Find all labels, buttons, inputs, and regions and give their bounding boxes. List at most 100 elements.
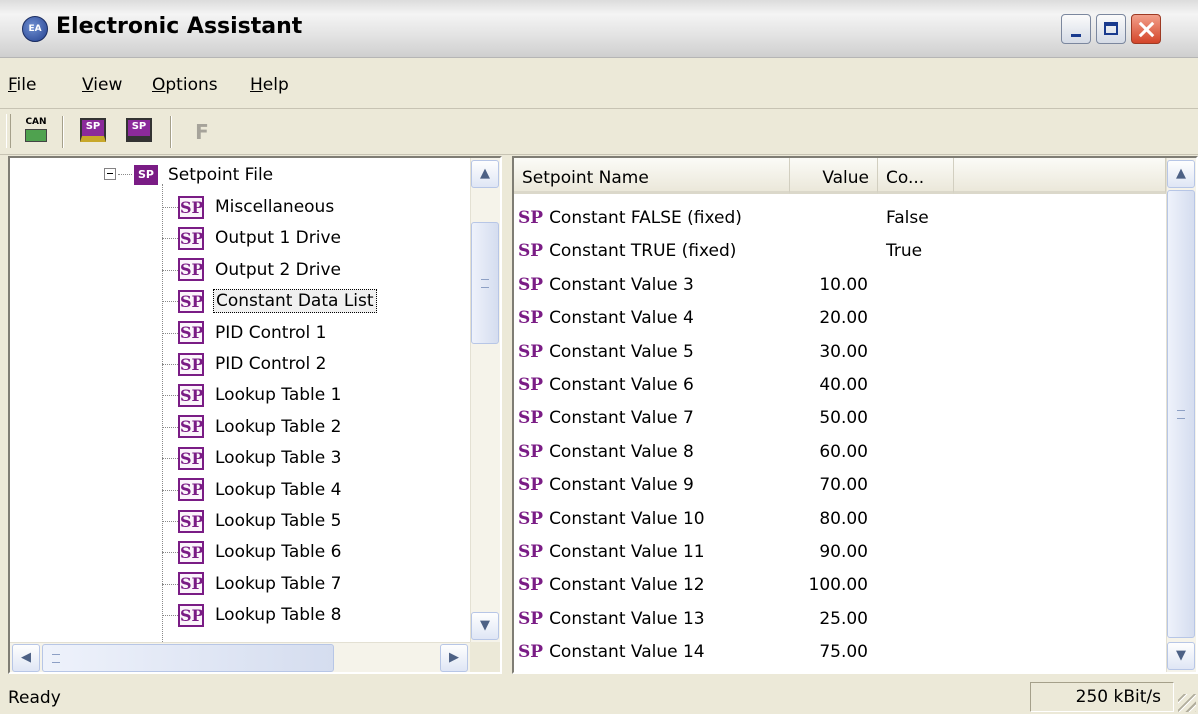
list-row[interactable]: SP Constant Value 10 80.00	[514, 503, 954, 535]
setpoint-group-icon: SP	[178, 446, 204, 470]
toolbar: CAN SP SP F	[0, 108, 1198, 155]
scroll-corner	[470, 642, 500, 672]
baud-rate-indicator: 250 kBit/s	[1030, 682, 1174, 712]
tree-item-label: Lookup Table 5	[215, 511, 342, 531]
scroll-thumb[interactable]	[42, 644, 334, 672]
menu-options[interactable]: Options	[152, 75, 218, 95]
list-row[interactable]: SP Constant Value 11 90.00	[514, 536, 954, 568]
setpoint-name-cell: SP Constant Value 11	[514, 536, 790, 568]
tree-item[interactable]: SP Lookup Table 4	[178, 475, 343, 505]
scroll-thumb[interactable]	[1167, 190, 1195, 638]
setpoint-name-cell: SP Constant Value 8	[514, 436, 790, 468]
list-row[interactable]: SP Constant FALSE (fixed) False	[514, 202, 954, 234]
resize-grip-icon[interactable]	[1178, 694, 1196, 712]
app-icon[interactable]: EA	[22, 16, 48, 42]
maximize-button[interactable]	[1096, 14, 1126, 44]
tree-item[interactable]: SP Lookup Table 7	[178, 569, 343, 599]
save-setpoint-button[interactable]: SP	[126, 118, 154, 146]
setpoint-group-icon: SP	[178, 415, 204, 439]
list-row[interactable]: SP Constant Value 8 60.00	[514, 436, 954, 468]
open-setpoint-button[interactable]: SP	[80, 118, 108, 146]
collapse-toggle-icon[interactable]	[104, 168, 116, 180]
scroll-right-icon[interactable]: ▶	[440, 644, 468, 672]
column-header-empty[interactable]	[954, 158, 1166, 194]
list-row[interactable]: SP Constant Value 7 50.00	[514, 402, 954, 434]
menu-accel: F	[8, 75, 17, 95]
tree-root[interactable]: SP Setpoint File	[134, 160, 275, 190]
setpoint-tree[interactable]: SP Setpoint File SP Miscellaneous SP Output…	[8, 156, 502, 674]
list-row[interactable]: SP Constant Value 6 40.00	[514, 369, 954, 401]
tree-item-label: Lookup Table 6	[215, 542, 342, 563]
open-setpoint-icon: SP	[80, 118, 106, 142]
setpoint-co-cell	[878, 536, 954, 568]
menu-help[interactable]: Help	[250, 75, 289, 95]
tree-item[interactable]: SP Constant Data List	[178, 286, 377, 316]
menu-view[interactable]: View	[82, 75, 122, 95]
list-row[interactable]: SP Constant Value 12 100.00	[514, 569, 954, 601]
tree-item[interactable]: SP PID Control 2	[178, 349, 328, 379]
save-setpoint-icon: SP	[126, 118, 152, 142]
setpoint-name-cell: SP Constant Value 14	[514, 636, 790, 668]
setpoint-co-cell	[878, 302, 954, 334]
tree-vertical-scrollbar[interactable]: ▲ ▼	[470, 158, 500, 642]
setpoint-name: Constant FALSE (fixed)	[549, 208, 742, 228]
scroll-up-icon[interactable]: ▲	[471, 160, 499, 188]
setpoint-value-cell	[790, 202, 878, 234]
tree-item[interactable]: SP PID Control 1	[178, 318, 328, 348]
setpoint-co-cell	[878, 503, 954, 535]
list-row[interactable]: SP Constant Value 13 25.00	[514, 603, 954, 635]
tree-item-label: PID Control 2	[215, 354, 327, 374]
scroll-up-icon[interactable]: ▲	[1167, 160, 1195, 188]
tree-item[interactable]: SP Lookup Table 8	[178, 600, 343, 630]
tree-item-label: Lookup Table 2	[215, 416, 342, 437]
setpoint-name-cell: SP Constant Value 3	[514, 269, 790, 301]
f-button[interactable]: F	[188, 118, 216, 146]
status-text: Ready	[8, 688, 61, 708]
list-row[interactable]: SP Constant TRUE (fixed) True	[514, 235, 954, 267]
list-row[interactable]: SP Constant Value 14 75.00	[514, 636, 954, 668]
setpoint-list[interactable]: Setpoint Name Value Co... SP Constant FAL…	[512, 156, 1198, 674]
tree-item-label: Lookup Table 8	[215, 605, 342, 626]
column-header-value[interactable]: Value	[790, 158, 878, 194]
setpoint-name-cell: SP Constant FALSE (fixed)	[514, 202, 790, 234]
list-row[interactable]: SP Constant Value 5 30.00	[514, 336, 954, 368]
tree-item[interactable]: SP Lookup Table 3	[178, 443, 343, 473]
setpoint-icon: SP	[518, 274, 544, 295]
scroll-left-icon[interactable]: ◀	[12, 644, 40, 672]
setpoint-name-cell: SP Constant Value 7	[514, 402, 790, 434]
scroll-thumb[interactable]	[471, 222, 499, 344]
column-header-co[interactable]: Co...	[878, 158, 954, 194]
list-row[interactable]: SP Constant Value 3 10.00	[514, 269, 954, 301]
setpoint-co-cell	[878, 636, 954, 668]
tree-item[interactable]: SP Lookup Table 2	[178, 412, 343, 442]
can-connect-button[interactable]: CAN	[22, 118, 50, 146]
column-header-name[interactable]: Setpoint Name	[514, 158, 790, 194]
menu-file[interactable]: File	[8, 75, 36, 95]
tree-item[interactable]: SP Output 2 Drive	[178, 255, 343, 285]
tree-item-label: Lookup Table 7	[215, 573, 342, 594]
tree-connector	[162, 332, 178, 334]
menu-accel: H	[250, 75, 263, 95]
setpoint-value-cell: 80.00	[819, 508, 868, 529]
toolbar-grip[interactable]	[6, 114, 11, 148]
tree-item[interactable]: SP Lookup Table 1	[178, 380, 343, 410]
list-row[interactable]: SP Constant Value 9 70.00	[514, 469, 954, 501]
list-vertical-scrollbar[interactable]: ▲ ▼	[1166, 158, 1196, 672]
tree-item[interactable]: SP Lookup Table 6	[178, 537, 343, 567]
scroll-down-icon[interactable]: ▼	[471, 612, 499, 640]
setpoint-name: Constant Value 3	[549, 274, 694, 295]
list-row[interactable]: SP Constant Value 4 20.00	[514, 302, 954, 334]
tree-connector	[162, 489, 178, 491]
close-button[interactable]	[1131, 14, 1161, 44]
minimize-button[interactable]	[1061, 14, 1091, 44]
scroll-down-icon[interactable]: ▼	[1167, 642, 1195, 670]
title-bar[interactable]: EA Electronic Assistant	[0, 0, 1198, 58]
setpoint-group-icon: SP	[178, 321, 204, 345]
tree-item[interactable]: SP Output 1 Drive	[178, 223, 343, 253]
tree-item-label: PID Control 1	[215, 322, 327, 343]
tree-horizontal-scrollbar[interactable]: ◀ ▶	[10, 642, 472, 672]
tree-item[interactable]: SP Miscellaneous	[178, 192, 336, 222]
setpoint-co-cell	[878, 336, 954, 368]
tree-connector	[162, 395, 178, 397]
tree-item[interactable]: SP Lookup Table 5	[178, 506, 343, 536]
